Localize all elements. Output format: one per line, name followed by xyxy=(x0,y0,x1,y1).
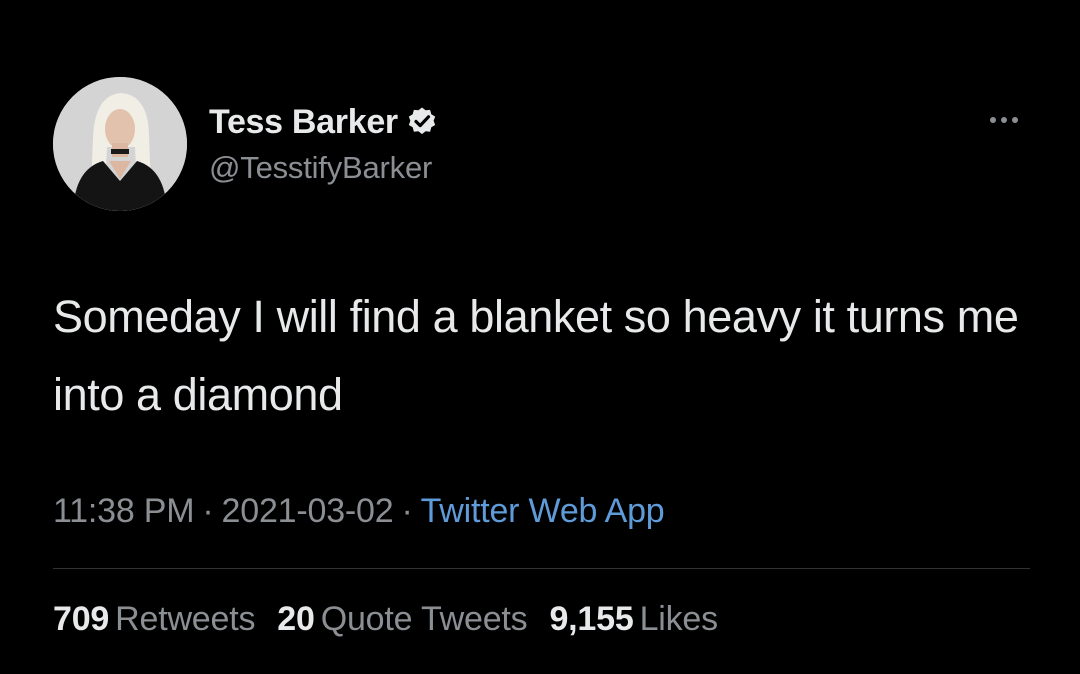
likes-label: Likes xyxy=(639,600,719,638)
retweets-count: 709 xyxy=(53,600,110,638)
divider xyxy=(53,568,1030,569)
avatar[interactable] xyxy=(53,77,187,211)
tweet-date[interactable]: 2021-03-02 xyxy=(222,492,394,530)
more-options-icon[interactable] xyxy=(981,108,1027,132)
quote-tweets-count: 20 xyxy=(277,600,315,638)
tweet-source-link[interactable]: Twitter Web App xyxy=(421,492,665,530)
quote-tweets-label: Quote Tweets xyxy=(320,600,528,638)
author-handle[interactable]: @TesstifyBarker xyxy=(209,150,432,186)
author-display-name[interactable]: Tess Barker xyxy=(209,103,398,142)
more-dot xyxy=(990,117,996,123)
meta-separator: · xyxy=(401,492,413,530)
likes-stat[interactable]: 9,155 Likes xyxy=(549,600,719,639)
tweet-time[interactable]: 11:38 PM xyxy=(53,492,195,530)
tweet-card: Tess Barker @TesstifyBarker Someday I wi… xyxy=(0,0,1080,674)
avatar-image xyxy=(53,77,187,211)
verified-badge-icon xyxy=(406,106,438,138)
engagement-stats: 709 Retweets 20 Quote Tweets 9,155 Likes xyxy=(53,600,718,639)
quote-tweets-stat[interactable]: 20 Quote Tweets xyxy=(277,600,527,639)
likes-count: 9,155 xyxy=(549,600,634,638)
author-name-row: Tess Barker xyxy=(209,102,438,142)
more-dot xyxy=(1001,117,1007,123)
more-dot xyxy=(1012,117,1018,123)
tweet-text: Someday I will find a blanket so heavy i… xyxy=(53,291,1019,420)
tweet-metadata: 11:38 PM · 2021-03-02 · Twitter Web App xyxy=(53,492,665,531)
retweets-label: Retweets xyxy=(115,600,256,638)
retweets-stat[interactable]: 709 Retweets xyxy=(53,600,255,639)
meta-separator: · xyxy=(202,492,214,530)
